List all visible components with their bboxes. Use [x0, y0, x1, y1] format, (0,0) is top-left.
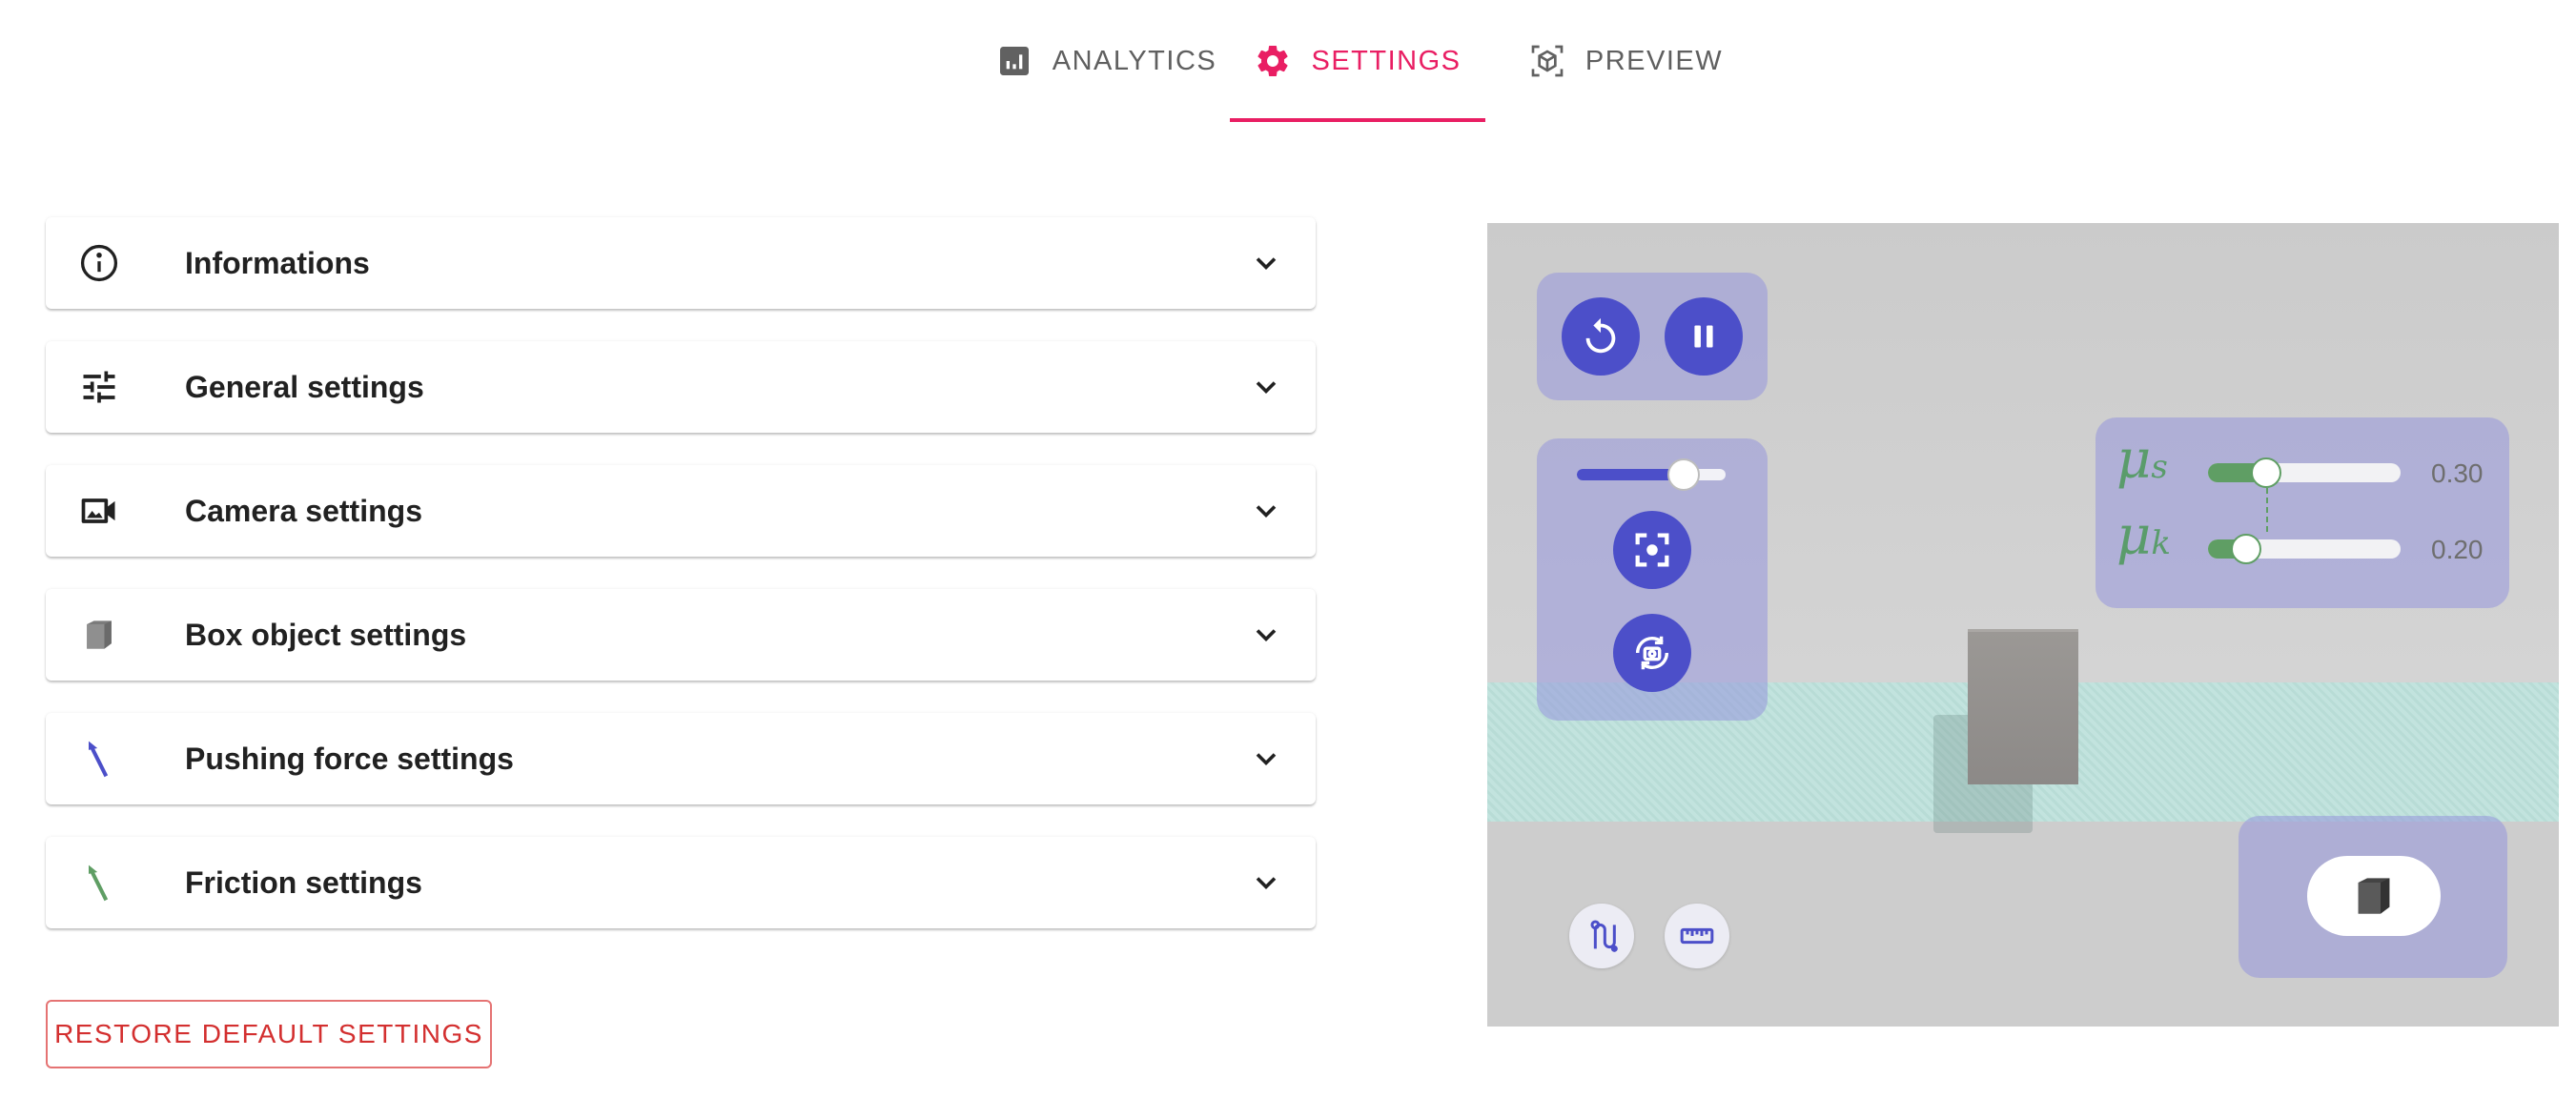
simulation-viewport[interactable]: μs 0.30 μk 0.20	[1487, 223, 2559, 1027]
ruler-icon	[1680, 927, 1714, 945]
panel-friction-settings[interactable]: Friction settings	[46, 837, 1316, 928]
panel-label: General settings	[185, 369, 424, 404]
mu-static-symbol: μs	[2116, 429, 2168, 491]
tune-icon	[78, 366, 120, 408]
camera-rotate-icon	[1635, 636, 1669, 670]
zoom-slider-thumb[interactable]	[1667, 458, 1701, 491]
friction-arrow-icon	[78, 862, 120, 904]
box-icon	[78, 614, 120, 656]
restore-default-settings-button[interactable]: RESTORE DEFAULT SETTINGS	[46, 1000, 492, 1068]
panel-label: Pushing force settings	[185, 741, 514, 776]
friction-link-line	[2265, 488, 2268, 532]
mu-static-value: 0.30	[2431, 458, 2484, 488]
focus-camera-button[interactable]	[1613, 511, 1691, 589]
box-object-button[interactable]	[2307, 856, 2441, 936]
active-tab-indicator	[1230, 118, 1485, 122]
panel-label: Box object settings	[185, 617, 467, 652]
panel-label: Informations	[185, 245, 370, 280]
panel-label: Camera settings	[185, 493, 422, 528]
gear-icon	[1257, 45, 1289, 76]
chevron-down-icon[interactable]	[1249, 370, 1283, 404]
center-focus-icon	[1635, 533, 1669, 567]
mu-static-slider-thumb[interactable]	[2250, 458, 2281, 488]
ruler-button[interactable]	[1665, 904, 1729, 968]
mu-kinetic-symbol: μk	[2116, 505, 2172, 567]
chevron-down-icon[interactable]	[1249, 494, 1283, 528]
box-object	[1968, 629, 2078, 784]
tab-analytics-label: ANALYTICS	[1052, 45, 1217, 76]
trajectory-button[interactable]	[1569, 904, 1634, 968]
camera-icon	[78, 490, 120, 532]
tab-bar: ANALYTICS SETTINGS PREVIEW	[0, 0, 2576, 124]
info-icon	[78, 242, 120, 284]
mu-kinetic-value: 0.20	[2431, 535, 2484, 564]
chevron-down-icon[interactable]	[1249, 246, 1283, 280]
force-arrow-icon	[78, 738, 120, 780]
panel-camera-settings[interactable]: Camera settings	[46, 465, 1316, 557]
pause-icon	[1694, 325, 1713, 348]
tab-preview-label: PREVIEW	[1584, 45, 1724, 76]
chevron-down-icon[interactable]	[1249, 618, 1283, 652]
chevron-down-icon[interactable]	[1249, 742, 1283, 776]
rotate-camera-button[interactable]	[1613, 614, 1691, 692]
tab-settings[interactable]: SETTINGS	[1230, 0, 1485, 122]
tab-analytics[interactable]: ANALYTICS	[992, 0, 1220, 122]
camera-controls	[1537, 438, 1768, 721]
panel-label: Friction settings	[185, 864, 422, 900]
mu-kinetic-slider-thumb[interactable]	[2231, 534, 2262, 564]
panel-pushing-force-settings[interactable]: Pushing force settings	[46, 713, 1316, 804]
route-icon	[1590, 920, 1618, 952]
chevron-down-icon[interactable]	[1249, 865, 1283, 900]
panel-general-settings[interactable]: General settings	[46, 341, 1316, 433]
mu-static-slider[interactable]	[2208, 463, 2401, 482]
pause-button[interactable]	[1665, 297, 1743, 376]
object-selector-panel	[2239, 816, 2507, 978]
restart-button[interactable]	[1562, 297, 1640, 376]
cube-preview-icon	[1531, 45, 1564, 77]
analytics-icon	[999, 47, 1029, 75]
tab-settings-label: SETTINGS	[1311, 45, 1462, 76]
panel-informations[interactable]: Informations	[46, 217, 1316, 309]
zoom-slider[interactable]	[1577, 469, 1726, 480]
friction-coefficients-panel: μs 0.30 μk 0.20	[2096, 417, 2509, 608]
tab-preview[interactable]: PREVIEW	[1516, 0, 1735, 122]
panel-box-object-settings[interactable]: Box object settings	[46, 589, 1316, 681]
restart-icon	[1585, 317, 1616, 354]
playback-controls	[1537, 273, 1768, 400]
box-icon	[2358, 878, 2390, 914]
